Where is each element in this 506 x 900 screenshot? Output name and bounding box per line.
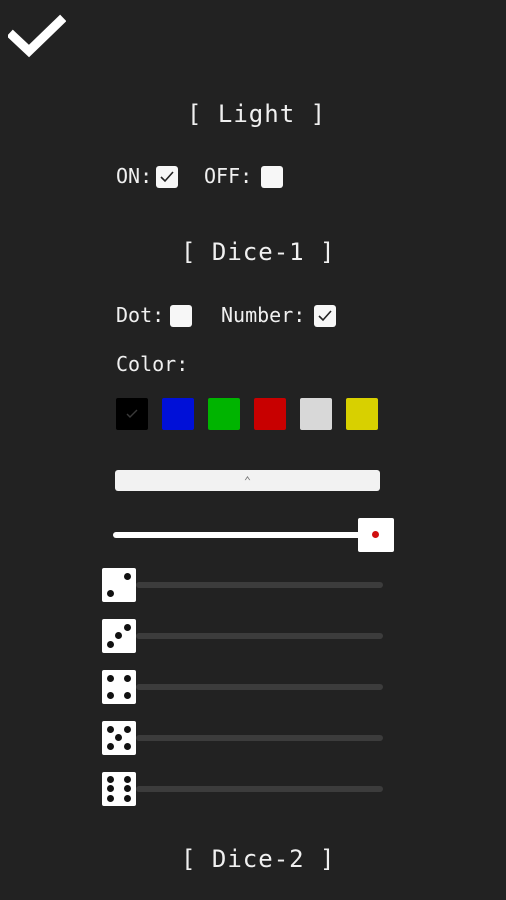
face-6-slider-track[interactable] xyxy=(136,786,383,792)
light-heading: [ Light ] xyxy=(187,100,327,128)
die-face-6-icon[interactable] xyxy=(102,772,136,806)
dice1-dot-label: Dot: xyxy=(116,303,165,327)
face-2-slider-track[interactable] xyxy=(136,582,383,588)
die-face-3-icon[interactable] xyxy=(102,619,136,653)
light-on-label: ON: xyxy=(116,164,153,188)
color-swatch-red[interactable] xyxy=(254,398,286,430)
light-off-checkbox[interactable] xyxy=(261,166,283,188)
light-off-label: OFF: xyxy=(204,164,253,188)
red-dot-icon xyxy=(372,531,379,538)
dice1-main-slider-track[interactable] xyxy=(113,532,368,538)
color-swatch-yellow[interactable] xyxy=(346,398,378,430)
check-icon xyxy=(318,310,332,322)
dice1-number-checkbox[interactable] xyxy=(314,305,336,327)
check-icon xyxy=(126,409,138,418)
face-3-slider-track[interactable] xyxy=(136,633,383,639)
chevron-up-icon: ⌃ xyxy=(243,473,252,488)
face-4-slider-track[interactable] xyxy=(136,684,383,690)
die-face-4-icon[interactable] xyxy=(102,670,136,704)
dice2-heading: [ Dice-2 ] xyxy=(181,845,336,873)
color-swatch-green[interactable] xyxy=(208,398,240,430)
face-5-slider-track[interactable] xyxy=(136,735,383,741)
color-swatch-blue[interactable] xyxy=(162,398,194,430)
checkmark-icon xyxy=(6,14,67,58)
light-on-checkbox[interactable] xyxy=(156,166,178,188)
dice1-main-slider-thumb[interactable] xyxy=(358,518,394,552)
check-icon xyxy=(160,171,174,183)
dice1-color-label: Color: xyxy=(116,352,189,376)
dice1-number-label: Number: xyxy=(221,303,306,327)
collapse-button[interactable]: ⌃ xyxy=(115,470,380,491)
die-face-2-icon[interactable] xyxy=(102,568,136,602)
die-face-5-icon[interactable] xyxy=(102,721,136,755)
dice1-dot-checkbox[interactable] xyxy=(170,305,192,327)
dice1-heading: [ Dice-1 ] xyxy=(181,238,336,266)
color-swatch-light-gray[interactable] xyxy=(300,398,332,430)
color-swatch-black[interactable] xyxy=(116,398,148,430)
confirm-button[interactable] xyxy=(6,14,67,60)
